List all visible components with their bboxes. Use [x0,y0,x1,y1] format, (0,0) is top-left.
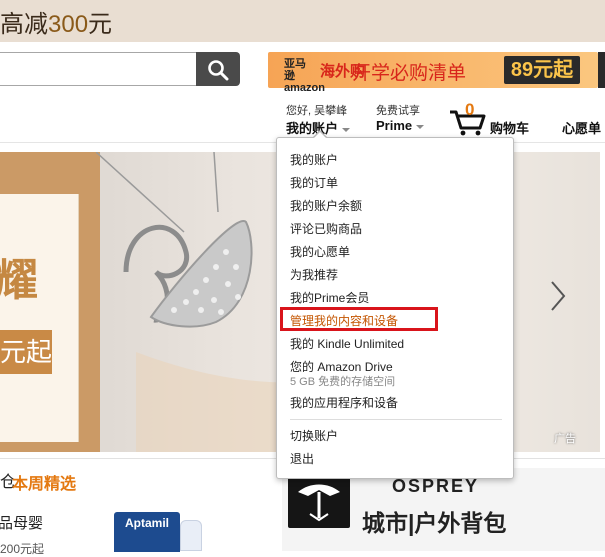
haitao-promo-banner[interactable]: 亚马逊 amazon 海外购 开学必购清单 89元起 [268,52,605,94]
top-promo-text: 高减300元 [0,11,113,38]
prime-label: Prime [376,118,425,133]
cart-count: 0 [465,100,475,119]
search-button[interactable] [196,52,240,86]
prime-nav[interactable]: 免费试享 Prime [376,102,425,133]
chevron-down-icon [416,124,425,129]
amazon-haitao-logo: 亚马逊 amazon [284,58,325,94]
baby-category-label[interactable]: 品母婴 [0,512,43,533]
menu-item-switch-account[interactable]: 切换账户 [290,427,338,444]
weekly-pick-title[interactable]: 本周精选 [12,470,76,494]
menu-item-review-purchases[interactable]: 评论已购商品 [290,220,362,237]
cart-label: 购物车 [490,121,530,136]
menu-item-my-orders[interactable]: 我的订单 [290,174,338,191]
search-icon [208,60,229,81]
haitao-promo-edge [598,52,605,88]
chevron-right-icon[interactable] [548,278,568,314]
account-greeting: 您好, 吴攀峰 [286,105,348,117]
menu-item-account-balance[interactable]: 我的账户余额 [290,197,362,214]
haitao-promo-title: 开学必购清单 [352,63,467,84]
menu-item-wishlist[interactable]: 我的心愿单 [290,243,350,260]
hero-headline-char: 耀 [0,256,38,305]
dropdown-arrow-inner [313,132,327,139]
amazon-drive-note: 5 GB 免费的存储空间 [290,376,396,388]
aptamil-product-image[interactable]: Aptamil [114,512,180,552]
chevron-down-icon [342,127,351,132]
menu-divider [290,419,502,420]
menu-item-sign-out[interactable]: 退出 [290,450,314,467]
menu-item-kindle-unlimited[interactable]: 我的 Kindle Unlimited [290,335,404,352]
cart-nav[interactable]: 0 购物车 [448,100,538,136]
top-promo-banner[interactable]: 高减300元 [0,0,605,42]
osprey-slogan: 城市|户外背包 [362,510,507,536]
search-input[interactable] [0,52,196,86]
wishlist-nav[interactable]: 心愿单 [562,118,601,137]
hero-card [0,194,79,442]
hero-price-pill: 元起 [0,330,52,374]
haitao-promo-price: 89元起 [504,56,580,84]
bottle-product-image[interactable] [180,520,202,551]
menu-item-my-account[interactable]: 我的账户 [290,151,338,168]
baby-category-subtext: 200元起 [0,542,45,556]
menu-item-apps-devices[interactable]: 我的应用程序和设备 [290,394,398,411]
highlight-annotation-box [280,307,438,331]
osprey-logo [288,474,350,528]
ad-label: 广告 [554,433,576,445]
menu-item-recommendations[interactable]: 为我推荐 [290,266,338,283]
osprey-brand-name: OSPREY [392,476,480,496]
menu-item-prime-membership[interactable]: 我的Prime会员 [290,289,369,306]
prime-trial-text: 免费试享 [376,105,420,117]
osprey-bird-icon [298,484,340,522]
